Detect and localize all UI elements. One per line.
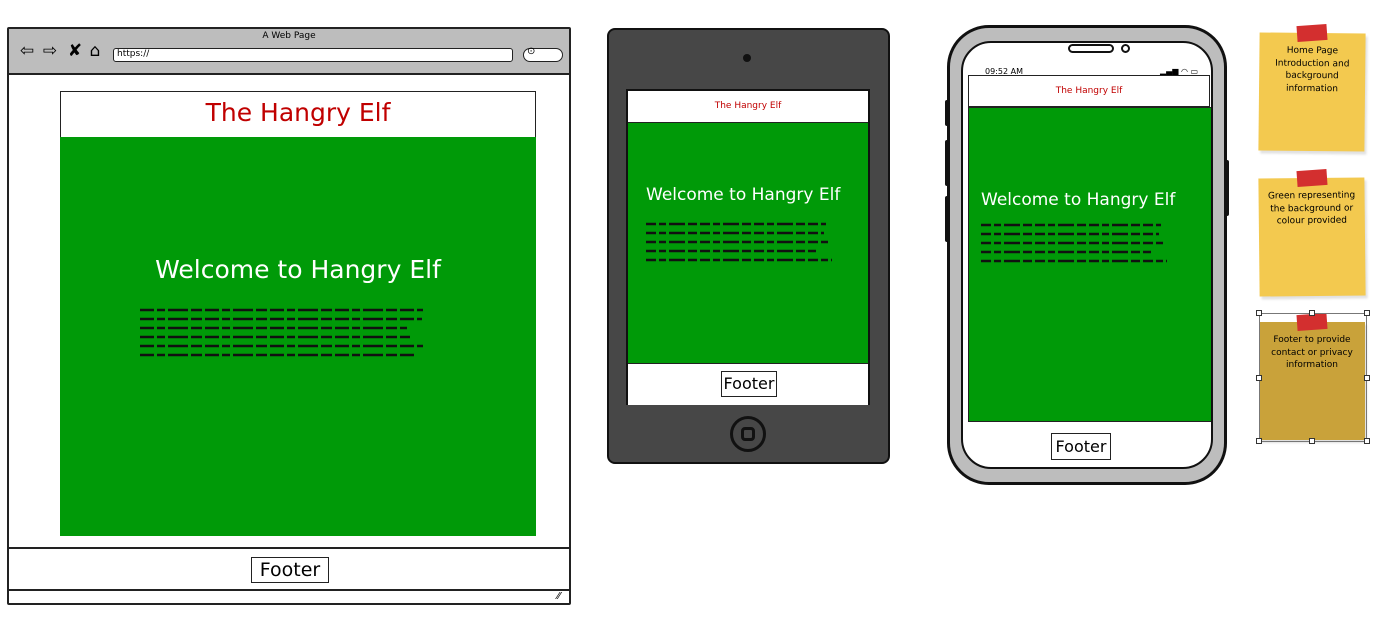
site-header: The Hangry Elf bbox=[968, 75, 1210, 107]
phone-wireframe: 09:52 AM ▂▄▆ ◠ ▭ The Hangry Elf Welcome … bbox=[947, 25, 1227, 485]
site-title: The Hangry Elf bbox=[1055, 86, 1123, 96]
sticky-note[interactable]: Home Page Introduction and background in… bbox=[1258, 32, 1366, 152]
sticky-note[interactable]: Green representing the background or col… bbox=[1258, 177, 1366, 297]
site-header: The Hangry Elf bbox=[628, 91, 868, 123]
resize-handle[interactable] bbox=[1364, 438, 1370, 444]
resize-grip-icon[interactable]: ⁄⁄ bbox=[557, 591, 560, 602]
site-header: The Hangry Elf bbox=[60, 91, 536, 138]
phone-screen: 09:52 AM ▂▄▆ ◠ ▭ The Hangry Elf Welcome … bbox=[961, 41, 1213, 469]
resize-handle[interactable] bbox=[1256, 310, 1262, 316]
search-field[interactable]: ⊙ bbox=[523, 46, 563, 62]
tape-icon bbox=[1296, 168, 1328, 188]
placeholder-text-block bbox=[140, 307, 450, 371]
site-footer: Footer bbox=[9, 547, 569, 591]
tablet-screen: The Hangry Elf Welcome to Hangry Elf Foo… bbox=[626, 89, 870, 405]
tablet-wireframe: The Hangry Elf Welcome to Hangry Elf Foo… bbox=[607, 28, 890, 464]
scribble-lines bbox=[140, 308, 423, 357]
sticky-note-text: Home Page Introduction and background in… bbox=[1275, 45, 1350, 94]
footer-label: Footer bbox=[721, 371, 777, 397]
resize-handle[interactable] bbox=[1309, 438, 1315, 444]
scribble-lines bbox=[981, 223, 1167, 263]
resize-handle[interactable] bbox=[1256, 375, 1262, 381]
welcome-heading: Welcome to Hangry Elf bbox=[646, 185, 841, 205]
home-button-icon[interactable] bbox=[730, 416, 766, 452]
site-footer: Footer bbox=[628, 363, 868, 405]
footer-label: Footer bbox=[251, 557, 329, 583]
footer-label: Footer bbox=[1051, 433, 1111, 460]
url-input[interactable]: https:// bbox=[113, 48, 513, 62]
resize-handle[interactable] bbox=[1364, 375, 1370, 381]
desktop-browser-wireframe: A Web Page ⇦ ⇨ ✘ ⌂ https:// ⊙ The Hangry… bbox=[7, 27, 571, 605]
speaker-notch bbox=[1068, 44, 1114, 53]
camera-icon bbox=[1121, 44, 1130, 53]
main-content-area: Welcome to Hangry Elf bbox=[628, 123, 868, 363]
home-icon[interactable]: ⌂ bbox=[85, 41, 105, 61]
welcome-heading: Welcome to Hangry Elf bbox=[155, 255, 441, 284]
search-icon: ⊙ bbox=[527, 46, 536, 57]
main-content-area: Welcome to Hangry Elf bbox=[60, 137, 536, 536]
back-arrow-icon[interactable]: ⇦ bbox=[17, 41, 37, 61]
placeholder-text-block bbox=[981, 222, 1171, 276]
placeholder-text-block bbox=[646, 221, 836, 275]
browser-window-title: A Web Page bbox=[262, 31, 316, 41]
browser-toolbar: A Web Page ⇦ ⇨ ✘ ⌂ https:// ⊙ bbox=[9, 29, 569, 75]
camera-icon bbox=[743, 54, 751, 62]
site-title: The Hangry Elf bbox=[205, 98, 391, 127]
site-title: The Hangry Elf bbox=[714, 101, 782, 111]
resize-handle[interactable] bbox=[1256, 438, 1262, 444]
scribble-lines bbox=[646, 222, 832, 262]
resize-handle[interactable] bbox=[1364, 310, 1370, 316]
sticky-note-text: Green representing the background or col… bbox=[1267, 190, 1356, 227]
resize-handle[interactable] bbox=[1309, 310, 1315, 316]
main-content-area: Welcome to Hangry Elf bbox=[968, 107, 1211, 422]
forward-arrow-icon[interactable]: ⇨ bbox=[40, 41, 60, 61]
close-icon[interactable]: ✘ bbox=[65, 41, 85, 61]
tape-icon bbox=[1296, 23, 1328, 43]
selection-box bbox=[1259, 313, 1367, 442]
welcome-heading: Welcome to Hangry Elf bbox=[981, 190, 1176, 210]
